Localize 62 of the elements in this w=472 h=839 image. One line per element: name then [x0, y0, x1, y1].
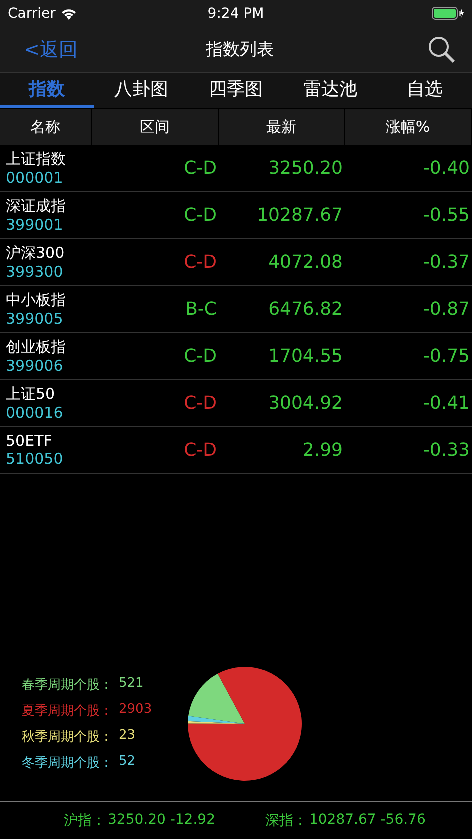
legend-value: 521 — [119, 676, 144, 693]
battery-icon — [432, 7, 464, 20]
search-icon[interactable] — [428, 36, 456, 64]
change-value: -0.41 — [422, 392, 471, 414]
range-value: C-D — [183, 392, 218, 414]
carrier-name: Carrier — [8, 6, 56, 22]
column-header[interactable]: 最新 — [219, 109, 345, 145]
index-code: 399001 — [6, 216, 64, 234]
index-name: 中小板指 — [6, 290, 67, 310]
index-name: 创业板指 — [6, 338, 67, 356]
column-header[interactable]: 区间 — [92, 109, 219, 145]
index-code: 399300 — [6, 262, 64, 280]
index-name: 沪深300 — [6, 244, 66, 262]
wifi-icon — [60, 8, 77, 20]
screen-title: 指数列表 — [206, 39, 274, 61]
index-name: 上证50 — [6, 384, 56, 404]
latest-value: 2.99 — [302, 440, 344, 460]
column-header[interactable]: 名称 — [0, 109, 92, 145]
latest-value: 3250.20 — [268, 158, 344, 178]
index-code: 399005 — [6, 310, 64, 328]
index-name: 深证成指 — [6, 196, 67, 216]
range-value: B-C — [184, 298, 218, 320]
index-code: 000016 — [6, 404, 64, 422]
tab[interactable]: 自选 — [378, 73, 472, 108]
legend-value: 23 — [119, 728, 136, 745]
legend-label: 春季周期个股： — [22, 677, 113, 694]
latest-value: 10287.67 — [256, 204, 344, 226]
index-code: 510050 — [6, 450, 64, 468]
legend-label: 冬季周期个股： — [22, 755, 113, 772]
index-name: 50ETF — [6, 432, 54, 450]
latest-value: 1704.55 — [268, 346, 344, 366]
clock-time: 9:24 PM — [208, 6, 264, 22]
change-value: -0.75 — [422, 346, 471, 366]
range-value: C-D — [183, 204, 218, 226]
range-value: C-D — [183, 440, 218, 460]
tab[interactable]: 雷达池 — [283, 73, 378, 108]
change-value: -0.55 — [422, 204, 471, 226]
latest-value: 3004.92 — [268, 392, 344, 414]
range-value: C-D — [183, 346, 218, 366]
change-value: -0.87 — [422, 298, 471, 320]
index-name: 上证指数 — [6, 150, 67, 168]
tab[interactable]: 四季图 — [188, 73, 284, 108]
legend-label: 夏季周期个股： — [22, 703, 113, 720]
index-code: 399006 — [6, 356, 64, 374]
range-value: C-D — [183, 252, 218, 272]
change-value: -0.37 — [422, 252, 471, 272]
back-link[interactable]: <返回 — [24, 36, 114, 62]
index-quote: 3250.20 -12.92 — [108, 812, 216, 830]
tab[interactable]: 八卦图 — [94, 73, 189, 108]
range-value: C-D — [183, 158, 218, 178]
index-quote: 10287.67 -56.76 — [309, 812, 426, 830]
legend-value: 2903 — [119, 702, 152, 719]
index-code: 000001 — [6, 168, 64, 186]
latest-value: 6476.82 — [268, 298, 344, 320]
legend-value: 52 — [119, 754, 136, 771]
index-label: 深指： — [265, 812, 308, 830]
latest-value: 4072.08 — [268, 252, 344, 272]
legend-label: 秋季周期个股： — [22, 729, 113, 746]
index-label: 沪指： — [64, 812, 106, 830]
change-value: -0.40 — [422, 158, 471, 178]
change-value: -0.33 — [422, 440, 471, 460]
column-header[interactable]: 涨幅% — [345, 109, 472, 145]
